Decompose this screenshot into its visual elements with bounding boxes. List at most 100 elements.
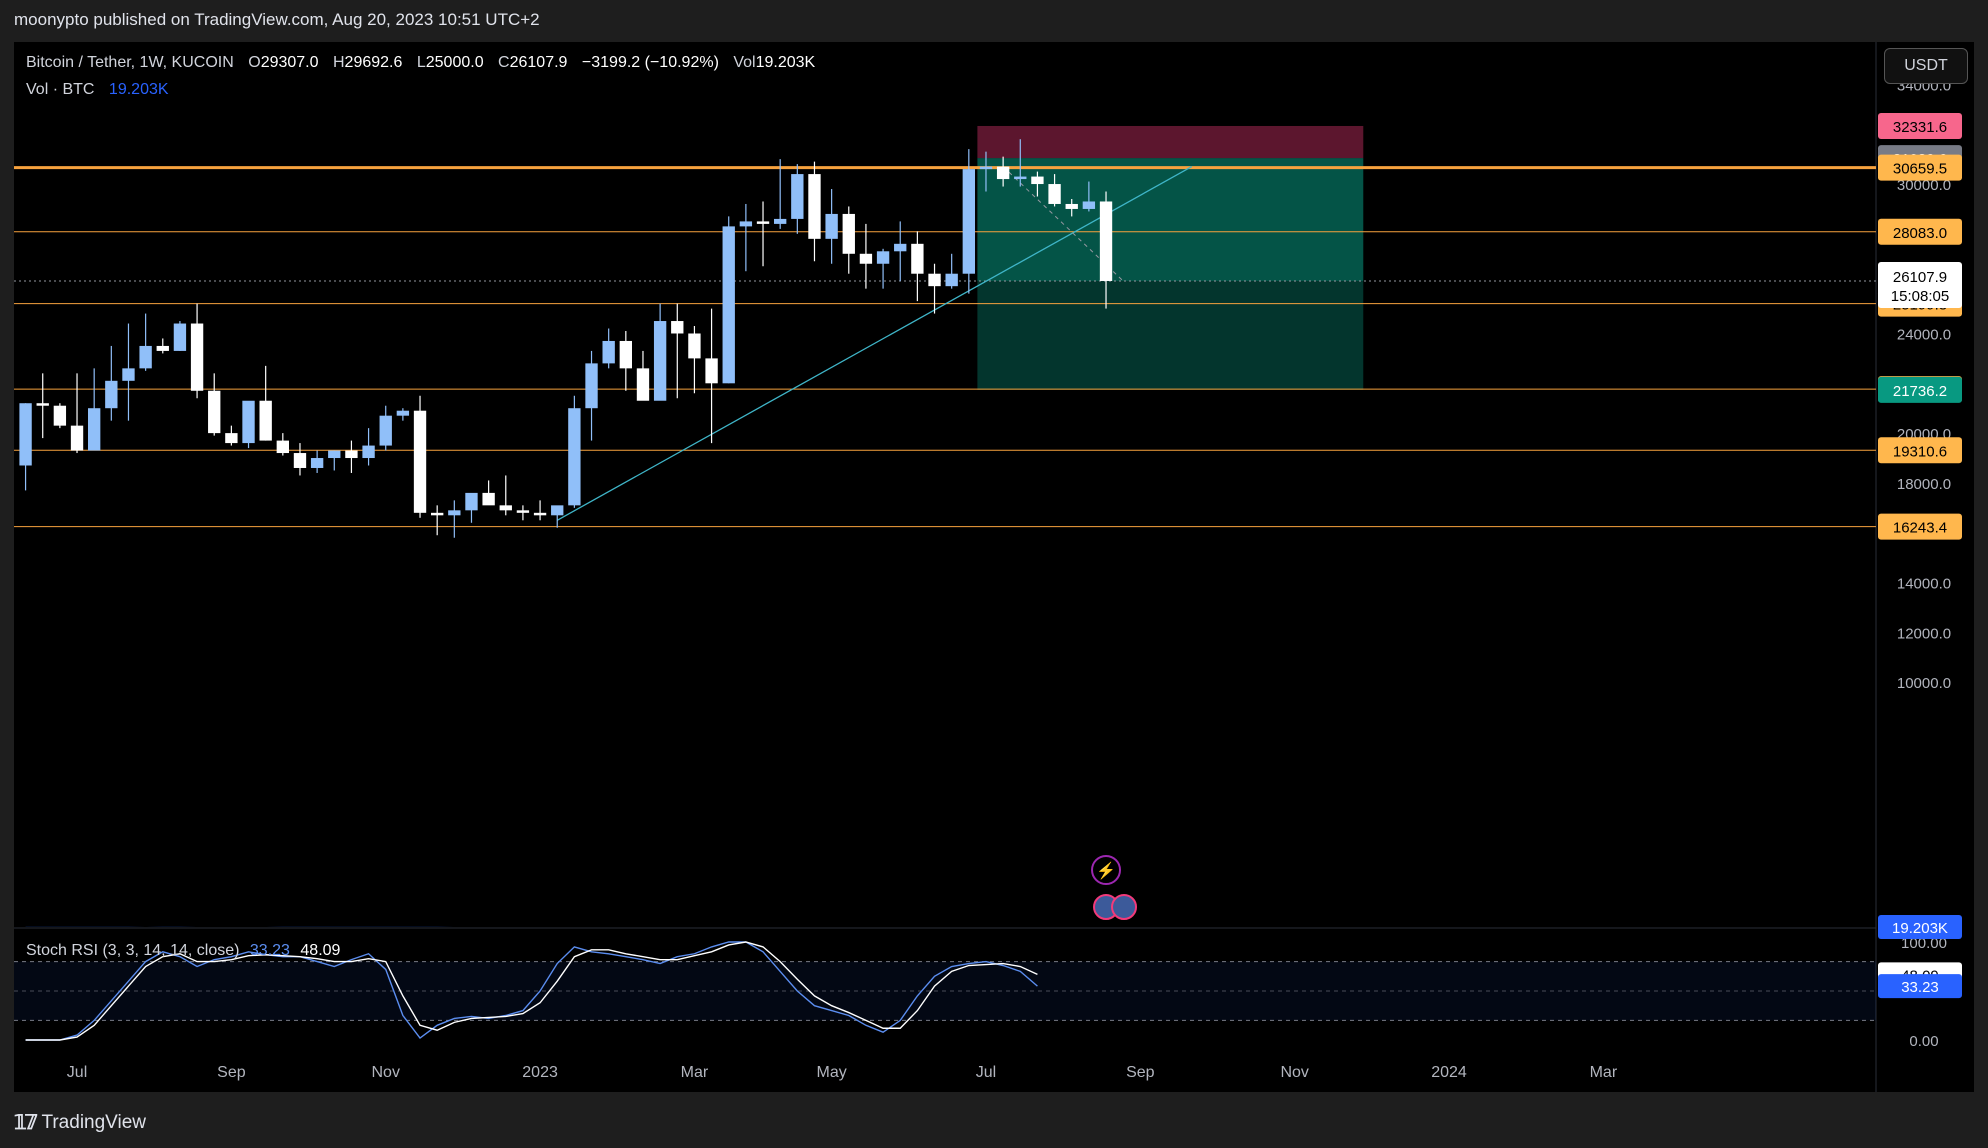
candle-body <box>962 169 975 274</box>
candle-body <box>756 221 770 224</box>
last-price-tag: 26107.9 <box>1893 269 1947 286</box>
candle-body <box>774 218 787 224</box>
candle-body <box>1031 176 1044 185</box>
candle-body <box>791 174 804 219</box>
currency-button[interactable]: USDT <box>1884 48 1968 84</box>
candle-body <box>825 213 838 239</box>
volume-legend: Vol · BTC 19.203K <box>26 81 169 99</box>
candle-body <box>911 243 924 274</box>
candle-body <box>156 345 169 351</box>
candle-body <box>465 492 478 511</box>
low-label: L <box>416 54 426 71</box>
candle-body <box>1099 201 1113 281</box>
candle-body <box>551 505 564 516</box>
candle-body <box>19 403 32 466</box>
candle-body <box>36 403 49 406</box>
level-price-tag: 28083.0 <box>1893 225 1947 242</box>
candle-body <box>328 450 341 459</box>
candle-body <box>653 321 667 401</box>
candle-body <box>842 213 855 254</box>
volume-label: Vol <box>733 54 756 71</box>
close-label: C <box>498 54 510 71</box>
tradingview-brand[interactable]: 𝟙𝟟 TradingView <box>14 1110 146 1135</box>
high-value: 29692.6 <box>344 54 403 71</box>
x-tick-label: Sep <box>1126 1064 1155 1081</box>
candle-body <box>139 345 152 369</box>
candle-body <box>242 400 255 444</box>
y-tick-label: 24000.0 <box>1897 326 1951 343</box>
ohlc-open: O29307.0 <box>248 54 318 71</box>
x-tick-label: Jul <box>976 1064 996 1081</box>
x-tick-label: Jul <box>67 1064 87 1081</box>
candle-body <box>671 321 684 334</box>
symbol-legend: Bitcoin / Tether, 1W, KUCOIN O29307.0 H2… <box>26 54 815 72</box>
us-flag-icon <box>1111 894 1138 920</box>
x-tick-label: Nov <box>1280 1064 1308 1081</box>
candle-body <box>1014 176 1027 180</box>
footer-bar <box>0 1092 1988 1148</box>
open-label: O <box>248 54 261 71</box>
candle-body <box>310 458 324 468</box>
candle-body <box>859 253 873 264</box>
candle-body <box>602 340 615 364</box>
level-price-tag: 30659.5 <box>1893 161 1947 178</box>
stoch-k-value: 33.23 <box>249 942 290 959</box>
candle-body <box>568 408 581 506</box>
candle-body <box>688 333 701 359</box>
candle-body <box>636 368 650 401</box>
volume-value: 19.203K <box>755 54 816 71</box>
high-label: H <box>332 54 345 71</box>
level-price-tag: 19310.6 <box>1893 443 1947 460</box>
candle-body <box>499 505 512 511</box>
level-price-tag: 16243.4 <box>1893 520 1947 537</box>
candle-body <box>362 445 375 459</box>
candle-body <box>413 410 427 513</box>
chart-area[interactable]: 10000.0 12000.0 14000.0 18000.0 20000.0 24000… <box>14 42 1974 1092</box>
y-tick-label: 12000.0 <box>1897 625 1951 642</box>
candle-body <box>88 408 101 451</box>
candle-body <box>379 415 392 446</box>
low-value: 25000.0 <box>425 54 484 71</box>
volume-tag: 19.203K <box>1892 920 1948 937</box>
y-tick-label: 14000.0 <box>1897 576 1951 593</box>
candle-body <box>431 512 444 516</box>
candle-body <box>105 380 118 409</box>
candle-body <box>996 166 1010 180</box>
x-tick-label: Mar <box>681 1064 709 1081</box>
close-value: 26107.9 <box>509 54 568 71</box>
candle-body <box>70 425 84 451</box>
candle-body <box>259 400 272 441</box>
target-price-tag: 21736.2 <box>1893 383 1947 400</box>
candle-body <box>276 440 289 454</box>
target-profit-zone <box>977 280 1364 390</box>
candle-body <box>894 243 907 252</box>
candle-body <box>173 323 187 351</box>
candle-body <box>533 512 547 516</box>
tradingview-logo-icon: 𝟙𝟟 <box>14 1112 37 1134</box>
ohlc-high: H29692.6 <box>333 54 402 71</box>
volume-indicator-label: Vol · BTC <box>26 81 95 98</box>
x-tick-label: 2023 <box>522 1064 558 1081</box>
stoch-tick-label: 0.00 <box>1909 1033 1938 1050</box>
x-tick-label: May <box>817 1064 847 1081</box>
candle-body <box>190 323 204 391</box>
candle-body <box>928 273 941 287</box>
candle-body <box>53 405 67 426</box>
y-tick-label: 18000.0 <box>1897 476 1951 493</box>
candle-body <box>1048 184 1061 204</box>
candle-body <box>705 358 718 384</box>
candle-body <box>396 410 410 416</box>
candle-body <box>345 450 358 459</box>
x-tick-label: 2024 <box>1431 1064 1467 1081</box>
stoch-k-tag: 33.23 <box>1901 979 1939 996</box>
candle-body <box>722 226 735 384</box>
tradingview-wordmark: TradingView <box>41 1111 147 1133</box>
stop-price-tag: 32331.6 <box>1893 119 1947 136</box>
symbol-title: Bitcoin / Tether, 1W, KUCOIN <box>26 54 234 71</box>
candle-body <box>619 340 632 369</box>
chart-svg[interactable]: 10000.012000.014000.018000.020000.024000… <box>14 42 1974 1092</box>
candle-body <box>945 273 958 287</box>
ohlc-low: L25000.0 <box>417 54 484 71</box>
volume-indicator-value: 19.203K <box>108 81 169 98</box>
candle-body <box>1065 203 1078 209</box>
